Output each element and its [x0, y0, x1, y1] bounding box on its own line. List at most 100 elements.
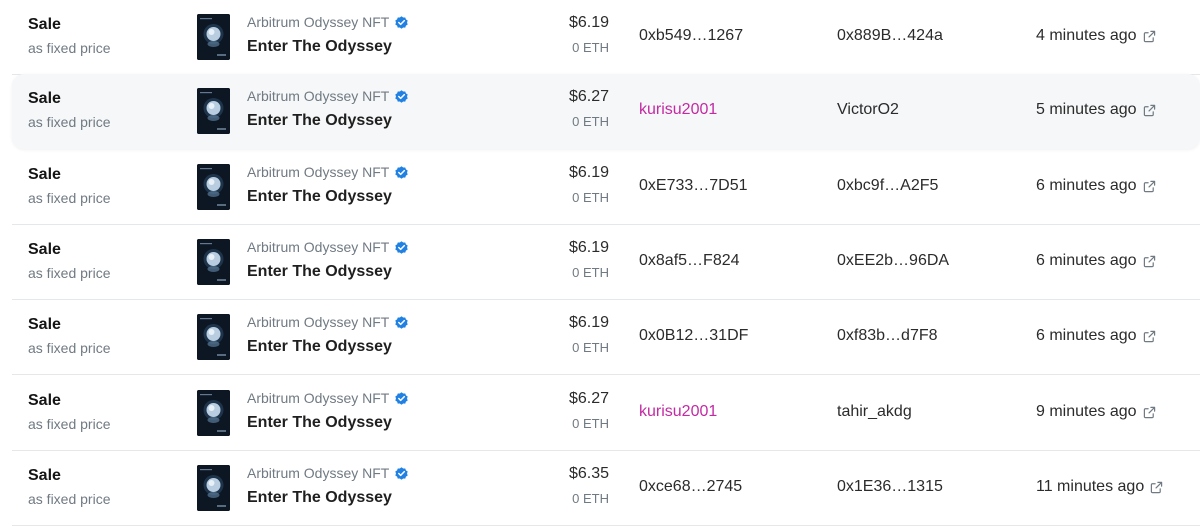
- time-link[interactable]: 11 minutes ago: [1036, 478, 1163, 496]
- nft-thumbnail[interactable]: [197, 164, 230, 210]
- external-link-icon[interactable]: [1150, 481, 1163, 494]
- event-subtype: as fixed price: [28, 190, 111, 206]
- activity-row[interactable]: Sale as fixed price Arbitrum Odyssey NFT: [12, 300, 1200, 376]
- price-eth: 0 ETH: [572, 114, 609, 129]
- activity-row[interactable]: Sale as fixed price Arbitrum Odyssey NFT: [12, 451, 1200, 527]
- price-eth: 0 ETH: [572, 491, 609, 506]
- collection-line[interactable]: Arbitrum Odyssey NFT: [247, 239, 409, 255]
- external-link-icon[interactable]: [1143, 180, 1156, 193]
- price-usd: $6.27: [568, 88, 609, 105]
- collection-name[interactable]: Arbitrum Odyssey NFT: [247, 88, 389, 104]
- to-address[interactable]: 0xf83b…d7F8: [837, 327, 938, 345]
- collection-line[interactable]: Arbitrum Odyssey NFT: [247, 164, 409, 180]
- time-link[interactable]: 5 minutes ago: [1036, 101, 1156, 119]
- activity-row[interactable]: Sale as fixed price Arbitrum Odyssey NFT: [12, 74, 1200, 150]
- item-name[interactable]: Enter The Odyssey: [247, 188, 392, 206]
- nft-artwork-icon: [197, 164, 230, 210]
- collection-line[interactable]: Arbitrum Odyssey NFT: [247, 314, 409, 330]
- collection-line[interactable]: Arbitrum Odyssey NFT: [247, 390, 409, 406]
- collection-name[interactable]: Arbitrum Odyssey NFT: [247, 164, 389, 180]
- time-ago[interactable]: 11 minutes ago: [1036, 478, 1144, 496]
- to-address[interactable]: 0x889B…424a: [837, 27, 943, 45]
- to-address[interactable]: 0xEE2b…96DA: [837, 252, 949, 270]
- time-link[interactable]: 6 minutes ago: [1036, 177, 1156, 195]
- price-eth: 0 ETH: [572, 40, 609, 55]
- external-link-icon[interactable]: [1143, 330, 1156, 343]
- price-usd: $6.27: [568, 390, 609, 407]
- item-name[interactable]: Enter The Odyssey: [247, 263, 392, 281]
- collection-name[interactable]: Arbitrum Odyssey NFT: [247, 390, 389, 406]
- nft-thumbnail[interactable]: [197, 314, 230, 360]
- nft-thumbnail[interactable]: [197, 239, 230, 285]
- price-usd: $6.19: [568, 14, 609, 31]
- time-ago[interactable]: 9 minutes ago: [1036, 403, 1137, 421]
- to-address[interactable]: VictorO2: [837, 101, 899, 119]
- time-ago[interactable]: 6 minutes ago: [1036, 327, 1137, 345]
- external-link-icon[interactable]: [1143, 104, 1156, 117]
- to-address[interactable]: 0xbc9f…A2F5: [837, 177, 938, 195]
- nft-artwork-icon: [197, 239, 230, 285]
- time-ago[interactable]: 5 minutes ago: [1036, 101, 1137, 119]
- to-address[interactable]: 0x1E36…1315: [837, 478, 943, 496]
- verified-badge-icon: [395, 240, 409, 254]
- external-link-icon[interactable]: [1143, 30, 1156, 43]
- price-usd: $6.19: [568, 239, 609, 256]
- price-cell: $6.19 0 ETH: [512, 300, 609, 374]
- time-ago[interactable]: 6 minutes ago: [1036, 252, 1137, 270]
- from-address[interactable]: 0xb549…1267: [639, 27, 743, 45]
- from-address[interactable]: 0xE733…7D51: [639, 177, 748, 195]
- item-name[interactable]: Enter The Odyssey: [247, 414, 392, 432]
- nft-thumbnail[interactable]: [197, 390, 230, 436]
- verified-badge-icon: [395, 391, 409, 405]
- verified-badge-icon: [395, 89, 409, 103]
- time-ago[interactable]: 6 minutes ago: [1036, 177, 1137, 195]
- collection-line[interactable]: Arbitrum Odyssey NFT: [247, 88, 409, 104]
- nft-thumbnail[interactable]: [197, 465, 230, 511]
- activity-row[interactable]: Sale as fixed price Arbitrum Odyssey NFT: [12, 225, 1200, 301]
- event-subtype: as fixed price: [28, 416, 111, 432]
- collection-name[interactable]: Arbitrum Odyssey NFT: [247, 314, 389, 330]
- activity-row[interactable]: Sale as fixed price Arbitrum Odyssey NFT: [12, 376, 1200, 452]
- price-cell: $6.19 0 ETH: [512, 0, 609, 74]
- time-link[interactable]: 4 minutes ago: [1036, 27, 1156, 45]
- nft-thumbnail[interactable]: [197, 88, 230, 134]
- event-type: Sale: [28, 241, 61, 258]
- collection-name[interactable]: Arbitrum Odyssey NFT: [247, 14, 389, 30]
- activity-row[interactable]: Sale as fixed price Arbitrum Odyssey NFT: [12, 150, 1200, 226]
- time-link[interactable]: 9 minutes ago: [1036, 403, 1156, 421]
- nft-thumbnail[interactable]: [197, 14, 230, 60]
- collection-name[interactable]: Arbitrum Odyssey NFT: [247, 239, 389, 255]
- verified-badge-icon: [395, 466, 409, 480]
- event-subtype: as fixed price: [28, 340, 111, 356]
- time-link[interactable]: 6 minutes ago: [1036, 252, 1156, 270]
- price-eth: 0 ETH: [572, 265, 609, 280]
- external-link-icon[interactable]: [1143, 255, 1156, 268]
- from-address[interactable]: 0x8af5…F824: [639, 252, 740, 270]
- verified-badge-icon: [395, 165, 409, 179]
- collection-line[interactable]: Arbitrum Odyssey NFT: [247, 465, 409, 481]
- from-address[interactable]: 0xce68…2745: [639, 478, 742, 496]
- price-cell: $6.27 0 ETH: [512, 376, 609, 450]
- from-address[interactable]: 0x0B12…31DF: [639, 327, 748, 345]
- activity-table: Sale as fixed price Arbitrum Odyssey NFT: [0, 0, 1200, 528]
- event-type: Sale: [28, 16, 61, 33]
- time-ago[interactable]: 4 minutes ago: [1036, 27, 1137, 45]
- event-type: Sale: [28, 90, 61, 107]
- price-cell: $6.19 0 ETH: [512, 150, 609, 224]
- item-name[interactable]: Enter The Odyssey: [247, 489, 392, 507]
- event-subtype: as fixed price: [28, 491, 111, 507]
- external-link-icon[interactable]: [1143, 406, 1156, 419]
- to-address[interactable]: tahir_akdg: [837, 403, 912, 421]
- from-address[interactable]: kurisu2001: [639, 101, 717, 119]
- activity-row[interactable]: Sale as fixed price Arbitrum Odyssey NFT: [12, 0, 1200, 76]
- item-name[interactable]: Enter The Odyssey: [247, 112, 392, 130]
- item-name[interactable]: Enter The Odyssey: [247, 338, 392, 356]
- item-name[interactable]: Enter The Odyssey: [247, 38, 392, 56]
- from-address[interactable]: kurisu2001: [639, 403, 717, 421]
- time-link[interactable]: 6 minutes ago: [1036, 327, 1156, 345]
- price-cell: $6.19 0 ETH: [512, 225, 609, 299]
- nft-artwork-icon: [197, 465, 230, 511]
- collection-line[interactable]: Arbitrum Odyssey NFT: [247, 14, 409, 30]
- nft-artwork-icon: [197, 314, 230, 360]
- collection-name[interactable]: Arbitrum Odyssey NFT: [247, 465, 389, 481]
